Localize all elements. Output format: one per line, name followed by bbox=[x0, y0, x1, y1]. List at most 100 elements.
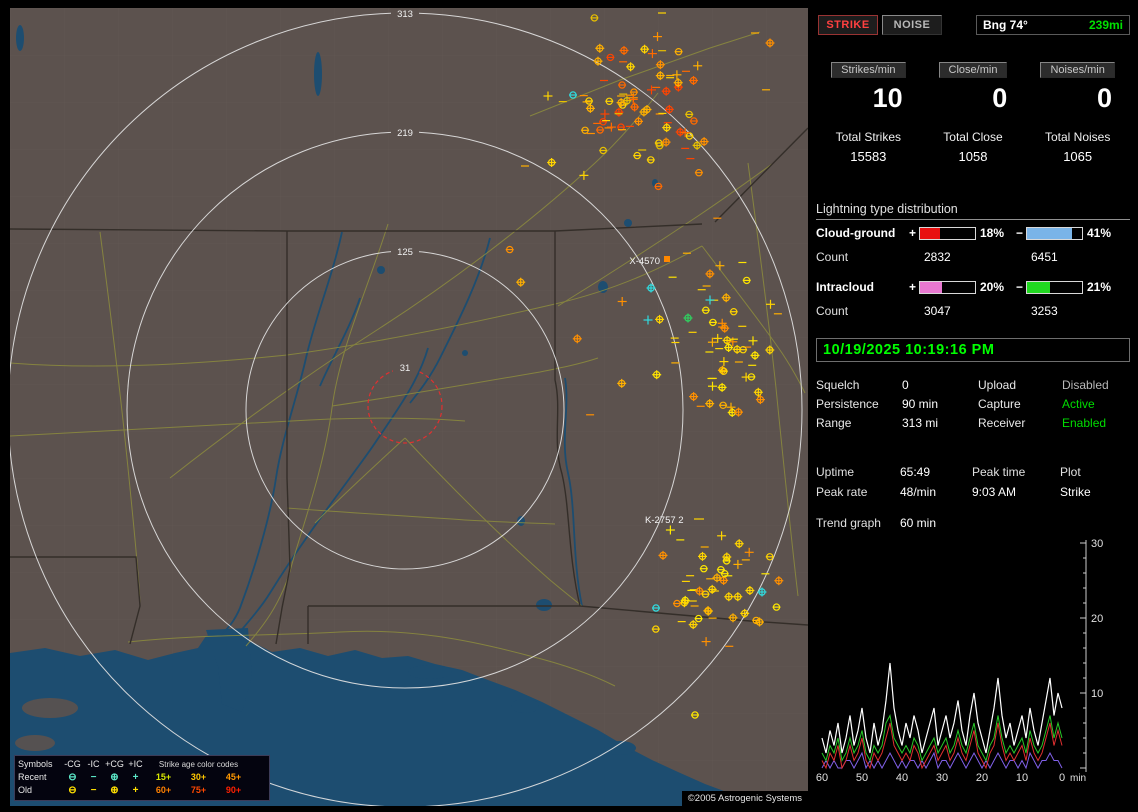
count-label: Count bbox=[816, 304, 906, 318]
receiver-status: Enabled bbox=[1062, 414, 1130, 433]
svg-text:20: 20 bbox=[1091, 613, 1103, 625]
legend-col-pos-ic: +IC bbox=[125, 758, 146, 771]
svg-text:30: 30 bbox=[1091, 538, 1103, 550]
noises-per-min-label[interactable]: Noises/min bbox=[1040, 62, 1114, 78]
minus-sign: − bbox=[1013, 226, 1026, 240]
settings-grid: Squelch 0 Upload Disabled Persistence 90… bbox=[816, 376, 1130, 433]
minus-sign: − bbox=[1013, 280, 1026, 294]
strike-mode-button[interactable]: STRIKE bbox=[818, 15, 878, 35]
bearing-readout: Bng 74° 239mi bbox=[976, 15, 1130, 35]
squelch-label: Squelch bbox=[816, 376, 902, 395]
trend-graph-label: Trend graph bbox=[816, 516, 900, 530]
range-label: Range bbox=[816, 414, 902, 433]
trend-header: Trend graph 60 min bbox=[816, 516, 1130, 530]
legend-col-neg-ic: -IC bbox=[83, 758, 104, 771]
age-code-15: 15+ bbox=[146, 771, 181, 784]
cloud-ground-row: Cloud-ground + 18% − 41% bbox=[816, 226, 1130, 240]
circle-minus-icon: ⊖ bbox=[62, 784, 83, 797]
ic-negative-bar bbox=[1026, 281, 1083, 294]
persistence-label: Persistence bbox=[816, 395, 902, 414]
legend-symbols-label: Symbols bbox=[18, 758, 62, 771]
strikes-per-min-label[interactable]: Strikes/min bbox=[831, 62, 905, 78]
cg-negative-bar bbox=[1026, 227, 1083, 240]
receiver-label: Receiver bbox=[978, 414, 1062, 433]
distribution-title: Lightning type distribution bbox=[816, 202, 1130, 220]
intracloud-row: Intracloud + 20% − 21% bbox=[816, 280, 1130, 294]
svg-text:50: 50 bbox=[856, 772, 868, 784]
total-noises-label: Total Noises bbox=[1025, 130, 1130, 144]
status-sidebar: STRIKE NOISE Bng 74° 239mi Strikes/min C… bbox=[816, 8, 1130, 806]
svg-text:10: 10 bbox=[1091, 688, 1103, 700]
total-strikes-value: 15583 bbox=[816, 149, 921, 164]
minus-icon: − bbox=[83, 784, 104, 797]
map-canvas[interactable]: 313 219 125 31 X-4570 K-2757 2 bbox=[10, 8, 808, 806]
svg-text:60: 60 bbox=[816, 772, 828, 784]
intracloud-count-row: Count 3047 3253 bbox=[816, 304, 1130, 318]
app-window: 313 219 125 31 X-4570 K-2757 2 bbox=[0, 0, 1138, 812]
count-label: Count bbox=[816, 250, 906, 264]
ic-negative-count: 3253 bbox=[1026, 304, 1083, 318]
mode-toolbar: STRIKE NOISE Bng 74° 239mi bbox=[816, 16, 1130, 34]
svg-text:min: min bbox=[1070, 773, 1086, 784]
svg-text:10: 10 bbox=[1016, 772, 1028, 784]
plus-sign: + bbox=[906, 226, 919, 240]
squelch-value: 0 bbox=[902, 376, 978, 395]
datetime-text: 10/19/2025 10:19:16 PM bbox=[823, 342, 994, 358]
capture-status: Active bbox=[1062, 395, 1130, 414]
bearing-distance: 239mi bbox=[1089, 18, 1123, 32]
map-legend: Symbols -CG -IC +CG +IC Strike age color… bbox=[14, 755, 270, 801]
intracloud-label: Intracloud bbox=[816, 280, 906, 294]
close-per-min-label[interactable]: Close/min bbox=[939, 62, 1008, 78]
age-code-60: 60+ bbox=[146, 784, 181, 797]
total-noises: Total Noises 1065 bbox=[1025, 130, 1130, 164]
rate-values-row: 10 0 0 bbox=[816, 84, 1130, 112]
cg-positive-pct: 18% bbox=[976, 226, 1013, 240]
legend-recent-label: Recent bbox=[18, 771, 62, 784]
strikes-per-min-value: 10 bbox=[816, 84, 921, 112]
cloud-ground-count-row: Count 2832 6451 bbox=[816, 250, 1130, 264]
legend-age-title: Strike age color codes bbox=[146, 758, 251, 771]
peak-rate-label: Peak rate bbox=[816, 482, 900, 502]
age-code-75: 75+ bbox=[181, 784, 216, 797]
range-value: 313 mi bbox=[902, 414, 978, 433]
total-close-label: Total Close bbox=[921, 130, 1026, 144]
cloud-ground-label: Cloud-ground bbox=[816, 226, 906, 240]
bearing-value: Bng 74° bbox=[983, 18, 1028, 32]
datetime-display: 10/19/2025 10:19:16 PM bbox=[816, 338, 1130, 362]
cg-positive-bar bbox=[919, 227, 976, 240]
circle-plus-icon: ⊕ bbox=[104, 784, 125, 797]
ring-label-313: 313 bbox=[397, 9, 413, 20]
total-strikes: Total Strikes 15583 bbox=[816, 130, 921, 164]
noise-mode-button[interactable]: NOISE bbox=[882, 15, 942, 35]
rate-labels-row: Strikes/min Close/min Noises/min bbox=[816, 62, 1130, 78]
lightning-map-panel[interactable]: 313 219 125 31 X-4570 K-2757 2 bbox=[10, 8, 808, 806]
noises-per-min-value: 0 bbox=[1025, 84, 1130, 112]
upload-status: Disabled bbox=[1062, 376, 1130, 395]
legend-header-row: Symbols -CG -IC +CG +IC Strike age color… bbox=[18, 758, 266, 771]
upload-label: Upload bbox=[978, 376, 1062, 395]
legend-recent-row: Recent ⊖ − ⊕ + 15+ 30+ 45+ bbox=[18, 771, 266, 784]
total-close-value: 1058 bbox=[921, 149, 1026, 164]
plus-icon: + bbox=[125, 784, 146, 797]
ic-positive-bar bbox=[919, 281, 976, 294]
peak-time-value: 9:03 AM bbox=[972, 482, 1060, 502]
totals-row: Total Strikes 15583 Total Close 1058 Tot… bbox=[816, 130, 1130, 164]
svg-text:20: 20 bbox=[976, 772, 988, 784]
plot-mode-value: Strike bbox=[1060, 482, 1130, 502]
plus-sign: + bbox=[906, 280, 919, 294]
svg-text:40: 40 bbox=[896, 772, 908, 784]
persistence-value: 90 min bbox=[902, 395, 978, 414]
trend-graph: 3020106050403020100min bbox=[816, 536, 1130, 788]
total-noises-value: 1065 bbox=[1025, 149, 1130, 164]
station-label: K-2757 2 bbox=[645, 515, 684, 526]
capture-label: Capture bbox=[978, 395, 1062, 414]
legend-old-label: Old bbox=[18, 784, 62, 797]
svg-text:0: 0 bbox=[1059, 772, 1065, 784]
station-label: X-4570 bbox=[629, 256, 660, 267]
plus-icon: + bbox=[125, 771, 146, 784]
legend-col-pos-cg: +CG bbox=[104, 758, 125, 771]
ring-label-125: 125 bbox=[397, 247, 413, 258]
legend-old-row: Old ⊖ − ⊕ + 60+ 75+ 90+ bbox=[18, 784, 266, 797]
stats-grid: Uptime 65:49 Peak time Plot Peak rate 48… bbox=[816, 462, 1130, 502]
ring-label-219: 219 bbox=[397, 128, 413, 139]
